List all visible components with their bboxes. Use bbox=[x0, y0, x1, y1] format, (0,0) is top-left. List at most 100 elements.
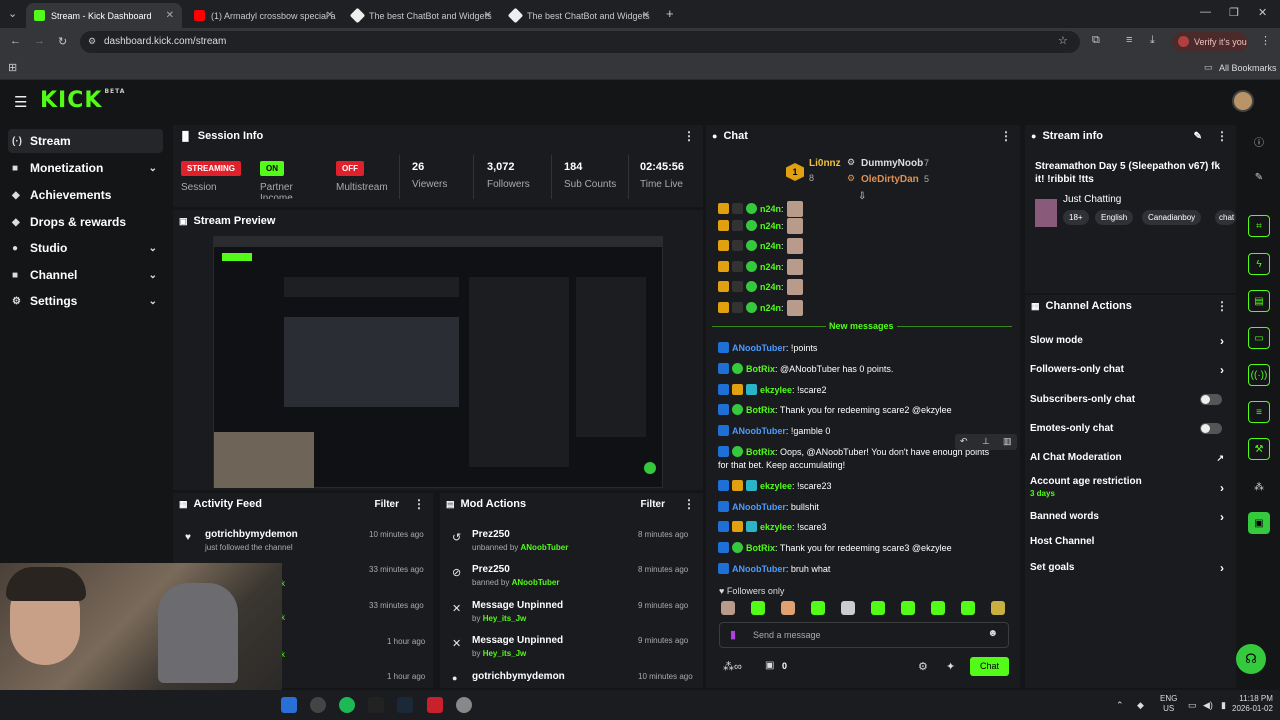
close-tab-icon[interactable]: ✕ bbox=[642, 10, 650, 21]
chat-username[interactable]: ANoobTuber bbox=[732, 502, 786, 512]
chat-username[interactable]: ekzylee bbox=[760, 385, 792, 395]
url-field[interactable]: dashboard.kick.com/stream bbox=[80, 31, 1080, 53]
emote-icon[interactable] bbox=[991, 601, 1005, 615]
list-icon[interactable]: ≡ bbox=[1248, 401, 1270, 423]
emote-icon[interactable] bbox=[961, 601, 975, 615]
mod-target[interactable]: Prez250 bbox=[472, 529, 510, 540]
chat-username[interactable]: ANoobTuber bbox=[732, 343, 786, 353]
user-avatar[interactable] bbox=[1232, 90, 1254, 112]
category-name[interactable]: Just Chatting bbox=[1063, 194, 1121, 205]
top-user[interactable]: OleDirtyDan bbox=[861, 174, 919, 185]
chat-input[interactable]: ▮ Send a message ☻ bbox=[719, 622, 1009, 648]
action-followers-only[interactable]: Followers-only chat › bbox=[1030, 363, 1230, 377]
mod-by-user[interactable]: ANoobTuber bbox=[512, 578, 560, 587]
tab-youtube[interactable]: (1) Armadyl crossbow special a ✕ bbox=[186, 3, 342, 28]
chat-username[interactable]: n24n bbox=[760, 241, 781, 251]
users-icon[interactable]: ⁂ bbox=[1248, 476, 1270, 498]
all-bookmarks-link[interactable]: All Bookmarks bbox=[1219, 63, 1277, 73]
mod-target[interactable]: Prez250 bbox=[472, 564, 510, 575]
more-options-icon[interactable]: ⋮ bbox=[1000, 129, 1012, 143]
chat-username[interactable]: BotRix bbox=[746, 543, 775, 553]
sidebar-item-studio[interactable]: ● Studio ⌄ bbox=[8, 236, 163, 260]
send-chat-button[interactable]: Chat bbox=[970, 657, 1009, 676]
more-options-icon[interactable]: ⋮ bbox=[1216, 299, 1228, 313]
site-info-icon[interactable]: ⚙ bbox=[88, 36, 96, 47]
action-host-channel[interactable]: Host Channel bbox=[1030, 536, 1230, 547]
top-user[interactable]: Li0nnz bbox=[809, 158, 841, 169]
chat-username[interactable]: ANoobTuber bbox=[732, 564, 786, 574]
emote-icon[interactable] bbox=[781, 601, 795, 615]
chat-username[interactable]: n24n bbox=[760, 282, 781, 292]
settings-icon[interactable] bbox=[456, 697, 472, 713]
chrome-icon[interactable] bbox=[310, 697, 326, 713]
chat-username[interactable]: n24n bbox=[760, 303, 781, 313]
sidebar-item-monetization[interactable]: ■ Monetization ⌄ bbox=[8, 156, 163, 180]
more-options-icon[interactable]: ⋮ bbox=[413, 497, 425, 511]
action-slow-mode[interactable]: Slow mode › bbox=[1030, 334, 1230, 348]
network-icon[interactable]: ▭ bbox=[1188, 700, 1197, 711]
more-options-icon[interactable]: ⋮ bbox=[1216, 129, 1228, 143]
maximize-icon[interactable]: ❐ bbox=[1229, 6, 1239, 19]
pencil-icon[interactable]: ✎ bbox=[1248, 166, 1270, 188]
emote-icon[interactable] bbox=[811, 601, 825, 615]
category-thumbnail[interactable] bbox=[1035, 199, 1057, 227]
subscribers-only-toggle[interactable] bbox=[1200, 394, 1222, 405]
tab-list-icon[interactable]: ⌄ bbox=[8, 7, 17, 20]
tray-icon[interactable]: ◆ bbox=[1137, 700, 1144, 711]
browser-menu-icon[interactable]: ⋮ bbox=[1260, 34, 1271, 47]
volume-icon[interactable]: ◀) bbox=[1203, 700, 1213, 711]
stream-preview-video[interactable] bbox=[213, 236, 663, 488]
clip-icon[interactable]: ▣ bbox=[1248, 512, 1270, 534]
mod-by-user[interactable]: ANoobTuber bbox=[521, 543, 569, 552]
mod-target[interactable]: gotrichbymydemon bbox=[472, 671, 565, 682]
mod-by-user[interactable]: Hey_its_Jw bbox=[483, 649, 527, 658]
edit-icon[interactable]: ✎ bbox=[1194, 131, 1202, 142]
clock[interactable]: 11:18 PM 2026-01-02 bbox=[1232, 694, 1273, 714]
tray-chevron-icon[interactable]: ⌃ bbox=[1116, 700, 1124, 711]
chat-username[interactable]: BotRix bbox=[746, 405, 775, 415]
language-indicator[interactable]: ENG US bbox=[1160, 694, 1177, 714]
apps-grid-icon[interactable]: ⊞ bbox=[8, 61, 17, 74]
action-account-age[interactable]: Account age restriction › 3 days bbox=[1030, 476, 1230, 498]
lightning-icon[interactable]: ϟ bbox=[1248, 253, 1270, 275]
sidebar-item-settings[interactable]: ⚙ Settings ⌄ bbox=[8, 289, 163, 313]
app-icon[interactable] bbox=[281, 697, 297, 713]
tab-chatbot-1[interactable]: The best ChatBot and Widgets ✕ bbox=[344, 3, 500, 28]
close-window-icon[interactable]: ✕ bbox=[1258, 6, 1267, 19]
emote-icon[interactable] bbox=[871, 601, 885, 615]
back-icon[interactable]: ← bbox=[10, 35, 21, 47]
emoji-icon[interactable]: ☻ bbox=[987, 628, 998, 639]
sidebar-item-stream[interactable]: (·) Stream bbox=[8, 129, 163, 153]
hamburger-menu-icon[interactable]: ☰ bbox=[14, 93, 27, 111]
chat-username[interactable]: n24n bbox=[760, 204, 781, 214]
battery-icon[interactable]: ▮ bbox=[1221, 700, 1226, 711]
close-tab-icon[interactable]: ✕ bbox=[166, 10, 174, 21]
chat-username[interactable]: ekzylee bbox=[760, 522, 792, 532]
emote-icon[interactable] bbox=[721, 601, 735, 615]
download-icon[interactable]: ⤓ bbox=[1150, 34, 1155, 47]
more-options-icon[interactable]: ⋮ bbox=[683, 129, 695, 143]
chat-bubble-icon[interactable]: ▭ bbox=[1248, 327, 1270, 349]
chat-username[interactable]: ekzylee bbox=[760, 481, 792, 491]
mod-filter-button[interactable]: Filter bbox=[641, 499, 665, 510]
sidebar-item-drops[interactable]: ◆ Drops & rewards bbox=[8, 210, 163, 234]
action-banned-words[interactable]: Banned words › bbox=[1030, 510, 1230, 524]
chat-username[interactable]: BotRix bbox=[746, 364, 775, 374]
more-options-icon[interactable]: ⋮ bbox=[683, 497, 695, 511]
action-set-goals[interactable]: Set goals › bbox=[1030, 561, 1230, 575]
close-tab-icon[interactable]: ✕ bbox=[326, 10, 334, 21]
emote-icon[interactable] bbox=[841, 601, 855, 615]
top-user[interactable]: DummyNoob bbox=[861, 158, 923, 169]
chat-username[interactable]: ANoobTuber bbox=[732, 426, 786, 436]
sidebar-item-channel[interactable]: ■ Channel ⌄ bbox=[8, 263, 163, 287]
chat-username[interactable]: n24n bbox=[760, 262, 781, 272]
wrench-icon[interactable]: ⚒ bbox=[1248, 438, 1270, 460]
action-ai-moderation[interactable]: AI Chat Moderation ↗ bbox=[1030, 452, 1230, 463]
microphone-icon[interactable]: ▮ bbox=[730, 628, 736, 641]
activity-filter-button[interactable]: Filter bbox=[375, 499, 399, 510]
help-headset-icon[interactable]: ☊ bbox=[1236, 644, 1266, 674]
chat-username[interactable]: BotRix bbox=[746, 447, 775, 457]
mod-by-user[interactable]: Hey_its_Jw bbox=[483, 614, 527, 623]
kick-logo[interactable]: KICK BETA bbox=[40, 88, 125, 113]
bookmark-star-icon[interactable]: ☆ bbox=[1058, 34, 1068, 47]
